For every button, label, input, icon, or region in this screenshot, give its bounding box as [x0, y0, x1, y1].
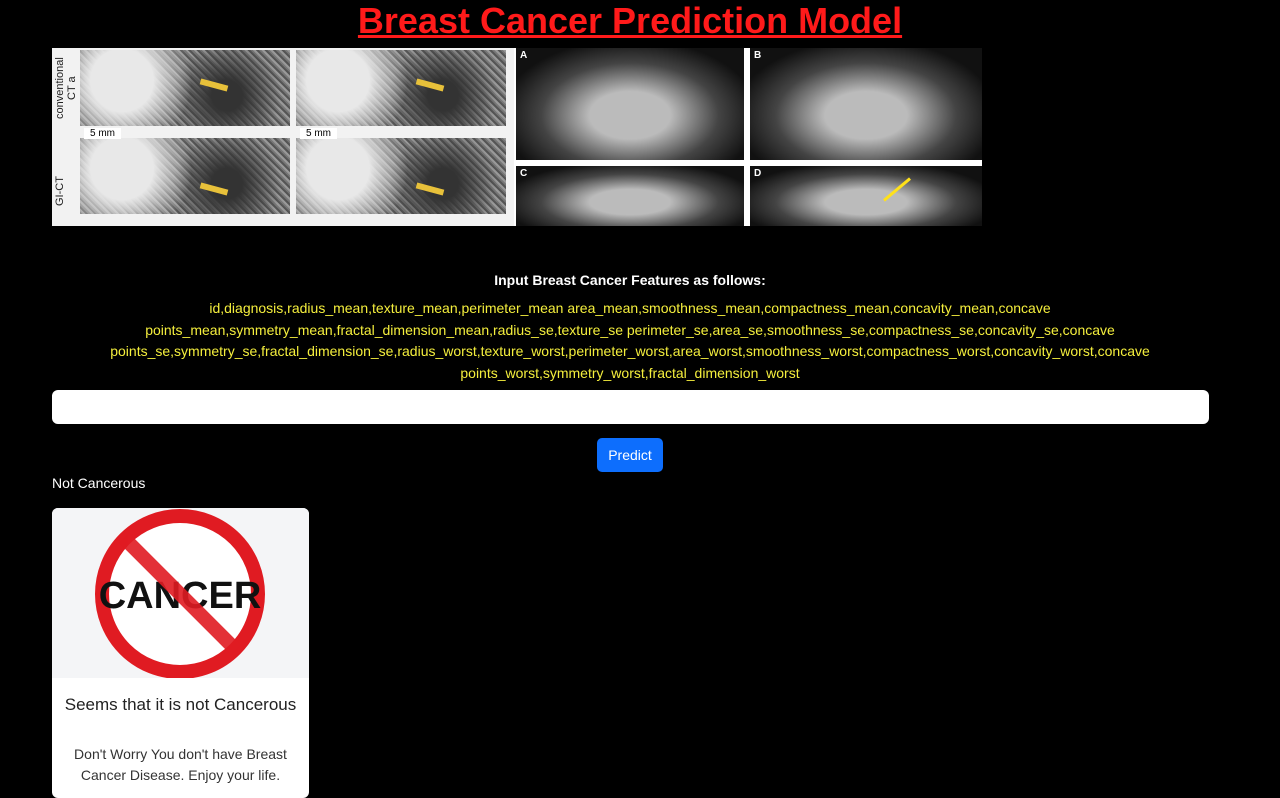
predict-button[interactable]: Predict — [597, 438, 663, 472]
ct-tile — [80, 50, 290, 126]
panel-letter: C — [520, 168, 528, 179]
ct-tile — [296, 138, 506, 214]
scale-label: 5 mm — [300, 128, 337, 139]
mammogram-image: D — [750, 166, 982, 226]
card-title: Seems that it is not Cancerous — [64, 695, 297, 714]
panel-letter: B — [754, 50, 762, 61]
mammogram-image: C — [516, 166, 744, 226]
result-card: CANCER Seems that it is not Cancerous Do… — [52, 508, 309, 798]
panel-letter: A — [520, 50, 528, 61]
no-cancer-sign-icon: CANCER — [95, 509, 265, 679]
features-input[interactable] — [52, 390, 1209, 424]
ct-label-conventional: conventional CT a — [54, 57, 78, 119]
mammogram-image: A — [516, 48, 744, 160]
feature-list-text: id,diagnosis,radius_mean,texture_mean,pe… — [110, 300, 1150, 381]
scan-images-banner: conventional CT a GI-CT 5 mm 5 mm A B C … — [52, 48, 982, 226]
panel-letter: D — [754, 168, 762, 179]
no-cancer-image: CANCER — [52, 508, 309, 679]
mammogram-image: B — [750, 48, 982, 160]
card-text: Don't Worry You don't have Breast Cancer… — [74, 746, 287, 783]
mammogram-panel: A B C D — [516, 48, 982, 226]
ct-label-gict: GI-CT — [54, 176, 66, 206]
input-heading: Input Breast Cancer Features as follows: — [494, 272, 766, 288]
ct-tile — [80, 138, 290, 214]
scale-label: 5 mm — [84, 128, 121, 139]
page-title: Breast Cancer Prediction Model — [357, 0, 903, 41]
ct-scan-panel: conventional CT a GI-CT 5 mm 5 mm — [52, 48, 514, 226]
ct-tile — [296, 50, 506, 126]
prediction-result: Not Cancerous — [52, 475, 146, 491]
